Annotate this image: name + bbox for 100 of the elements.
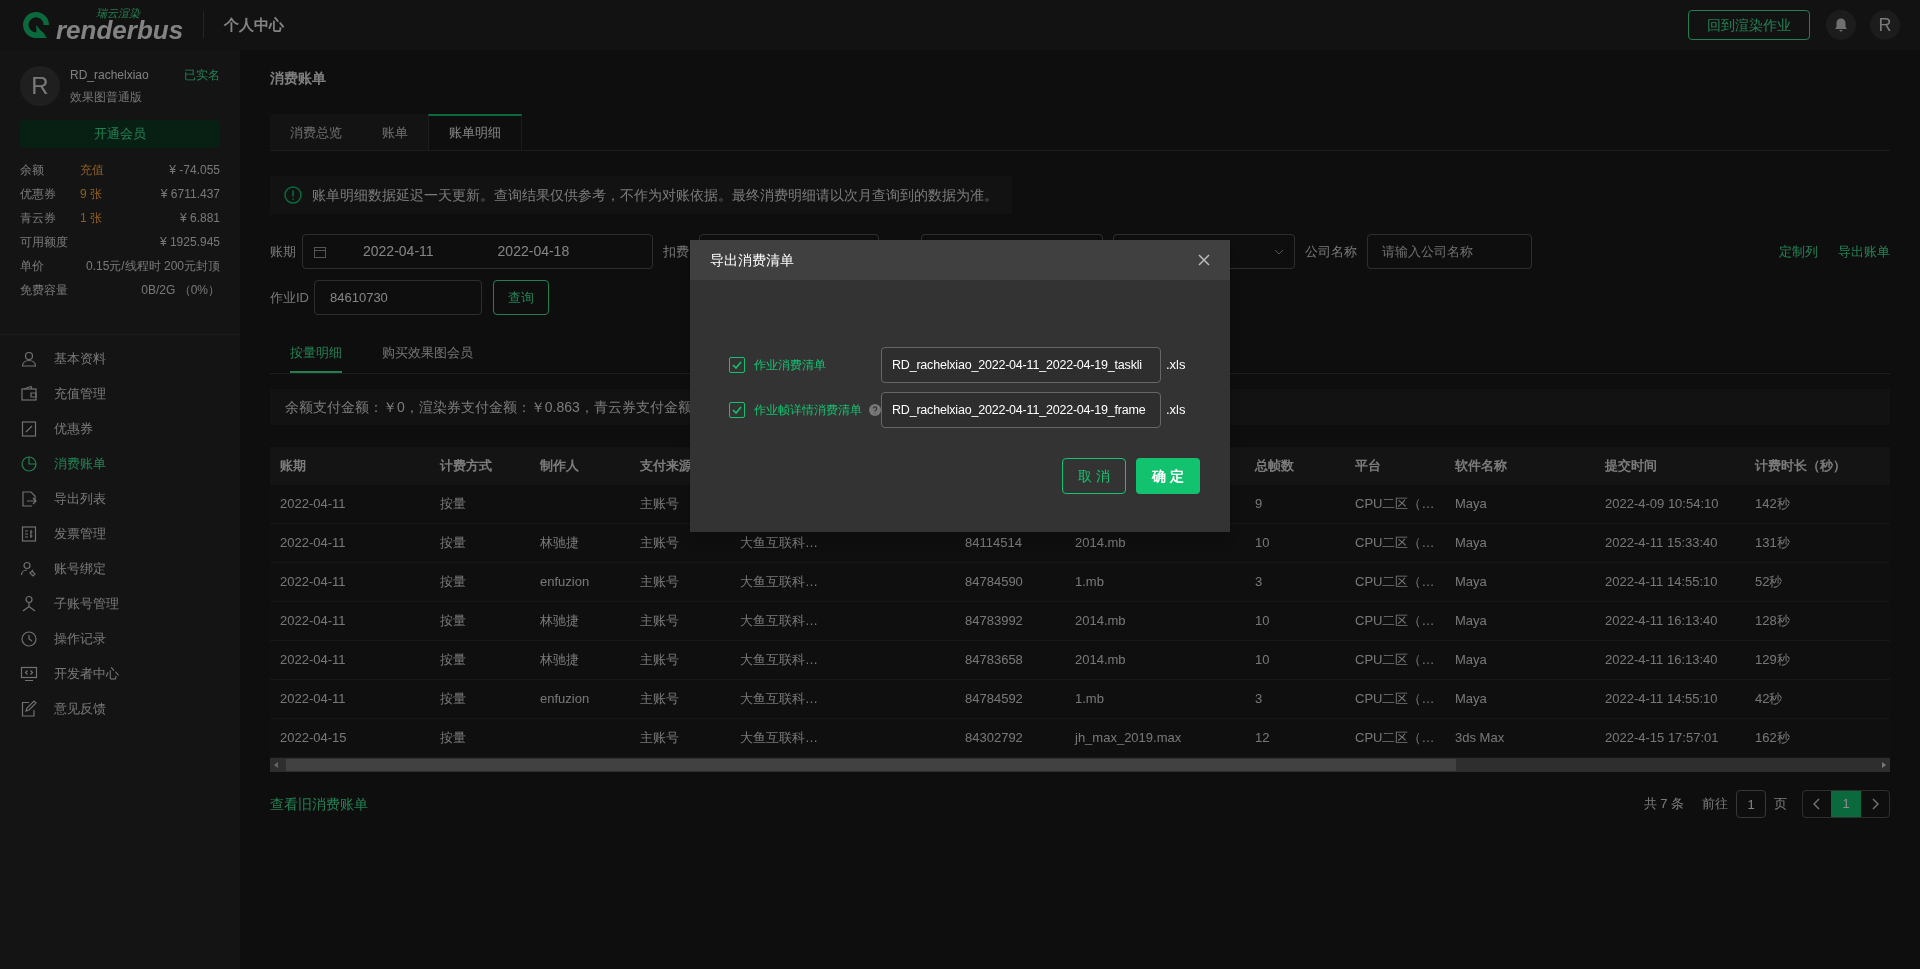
table-cell: 2022-04-11 xyxy=(280,613,346,629)
membership-button[interactable]: 开通会员 xyxy=(20,120,220,148)
table-cell: CPU二区（… xyxy=(1355,691,1435,707)
job-id-field[interactable]: 84610730 xyxy=(314,280,482,315)
filename-field[interactable]: RD_rachelxiao_2022-04-11_2022-04-19_frame xyxy=(881,391,1161,428)
sidebar-item[interactable]: 导出列表 xyxy=(0,481,240,516)
stat-action-link[interactable]: 1 张 xyxy=(80,209,102,227)
old-bills-link[interactable]: 查看旧消费账单 xyxy=(270,793,368,815)
toolbar-link[interactable]: 导出账单 xyxy=(1838,241,1890,262)
checkmark-icon xyxy=(732,405,742,414)
date-range-field[interactable]: 2022-04-11 2022-04-18 xyxy=(302,234,653,269)
subtab[interactable]: 按量明细 xyxy=(290,335,342,373)
table-cell: 9 xyxy=(1255,496,1263,512)
nav-icon xyxy=(20,594,38,613)
help-icon[interactable] xyxy=(869,403,881,416)
horizontal-scrollbar[interactable] xyxy=(270,758,1890,772)
table-cell: 林驰捷 xyxy=(540,652,579,668)
user-avatar[interactable]: R xyxy=(1870,10,1900,40)
sidebar-item[interactable]: 意见反馈 xyxy=(0,691,240,726)
table-cell: 主账号 xyxy=(640,496,679,512)
filter-label: 公司名称 xyxy=(1305,242,1357,261)
table-cell: 2022-4-11 15:33:40 xyxy=(1605,535,1718,551)
cancel-button[interactable]: 取 消 xyxy=(1062,458,1126,494)
table-cell: 2022-04-11 xyxy=(280,691,346,707)
table-cell: CPU二区（… xyxy=(1355,496,1435,512)
table-cell: Maya xyxy=(1455,613,1487,629)
table-cell: 142秒 xyxy=(1755,496,1790,512)
sidebar-item[interactable]: 子账号管理 xyxy=(0,586,240,621)
table-cell: 131秒 xyxy=(1755,535,1790,551)
close-icon[interactable] xyxy=(1198,254,1210,266)
stat-value: ¥ 6711.437 xyxy=(160,186,220,203)
stat-value: 0.15元/线程时 200元封顶 xyxy=(85,258,220,275)
table-cell: 3 xyxy=(1255,574,1263,590)
table-cell: 2022-04-11 xyxy=(280,574,346,590)
account-avatar: R xyxy=(20,66,60,106)
query-button[interactable]: 查询 xyxy=(493,280,549,315)
stat-label: 免费容量 xyxy=(20,282,69,299)
checkbox[interactable] xyxy=(729,356,745,373)
nav-icon xyxy=(20,419,38,438)
table-cell: 2022-4-15 17:57:01 xyxy=(1605,730,1719,746)
sidebar-item[interactable]: 优惠券 xyxy=(0,411,240,446)
nav-icon xyxy=(20,524,38,543)
table-cell: jh_max_2019.max xyxy=(1075,730,1182,746)
start-date: 2022-04-11 xyxy=(363,242,434,261)
table-cell: 按量 xyxy=(440,535,466,551)
tab[interactable]: 消费总览 xyxy=(270,114,362,150)
tab[interactable]: 账单明细 xyxy=(428,114,522,150)
filter-label: 作业ID xyxy=(270,288,310,307)
tab[interactable]: 账单 xyxy=(362,114,428,150)
table-cell: 84783992 xyxy=(965,613,1023,629)
sidebar-item[interactable]: 开发者中心 xyxy=(0,656,240,691)
sidebar-item[interactable]: 操作记录 xyxy=(0,621,240,656)
sidebar-item[interactable]: 基本资料 xyxy=(0,341,240,376)
toolbar-link[interactable]: 定制列 xyxy=(1779,241,1818,262)
logo-caption: 瑞云渲染 xyxy=(96,7,141,19)
sidebar-item[interactable]: 账号绑定 xyxy=(0,551,240,586)
table-cell: 84114514 xyxy=(965,535,1022,551)
table-cell: 按量 xyxy=(440,691,466,707)
column-header: 制作人 xyxy=(540,458,579,474)
sidebar-item[interactable]: 发票管理 xyxy=(0,516,240,551)
stat-value: ¥ 1925.945 xyxy=(159,234,220,251)
table-cell: 1.mb xyxy=(1075,574,1104,590)
option-label: 作业消费清单 xyxy=(754,356,826,374)
table-cell: 2022-04-11 xyxy=(280,652,346,668)
confirm-button[interactable]: 确 定 xyxy=(1136,458,1200,494)
bell-button[interactable] xyxy=(1826,10,1856,40)
nav-icon xyxy=(20,489,38,508)
total-count: 共 7 条 xyxy=(1643,795,1684,814)
sidebar-item[interactable]: 充值管理 xyxy=(0,376,240,411)
checkbox[interactable] xyxy=(729,401,745,418)
column-header: 总帧数 xyxy=(1255,458,1294,474)
table-cell: 大鱼互联科… xyxy=(740,535,818,551)
stat-action-link[interactable]: 9 张 xyxy=(80,185,102,203)
nav-icon xyxy=(20,559,38,578)
page-number-field[interactable]: 1 xyxy=(1736,790,1766,818)
option-label: 作业帧详情消费清单 xyxy=(754,401,862,419)
table-cell: 按量 xyxy=(440,574,466,590)
table-cell: 2022-04-11 xyxy=(280,535,346,551)
table-cell: CPU二区（… xyxy=(1355,613,1435,629)
company-name-field[interactable]: 请输入公司名称 xyxy=(1367,234,1532,269)
table-cell: 10 xyxy=(1255,613,1270,629)
nav-icon xyxy=(20,384,38,403)
file-extension: .xls xyxy=(1166,400,1186,419)
table-cell: 52秒 xyxy=(1755,574,1783,590)
stat-action-link[interactable]: 充值 xyxy=(80,161,104,179)
table-cell: 按量 xyxy=(440,730,466,746)
sidebar-item[interactable]: 消费账单 xyxy=(0,446,240,481)
subtab[interactable]: 购买效果图会员 xyxy=(382,335,473,373)
table-cell: 2022-04-15 xyxy=(280,730,347,746)
table-cell: 3 xyxy=(1255,691,1263,707)
stat-value: ¥ 6.881 xyxy=(179,210,220,227)
scrollbar-thumb[interactable] xyxy=(286,759,1456,771)
nav-icon xyxy=(20,664,38,683)
nav-icon xyxy=(20,629,38,648)
filename-field[interactable]: RD_rachelxiao_2022-04-11_2022-04-19_taskli xyxy=(881,346,1161,383)
back-to-jobs-button[interactable]: 回到渲染作业 xyxy=(1688,10,1810,40)
table-cell: 2022-4-11 16:13:40 xyxy=(1605,613,1718,629)
table-cell: Maya xyxy=(1455,652,1487,668)
table-cell: 84302792 xyxy=(965,730,1023,746)
table-cell: 10 xyxy=(1255,652,1270,668)
